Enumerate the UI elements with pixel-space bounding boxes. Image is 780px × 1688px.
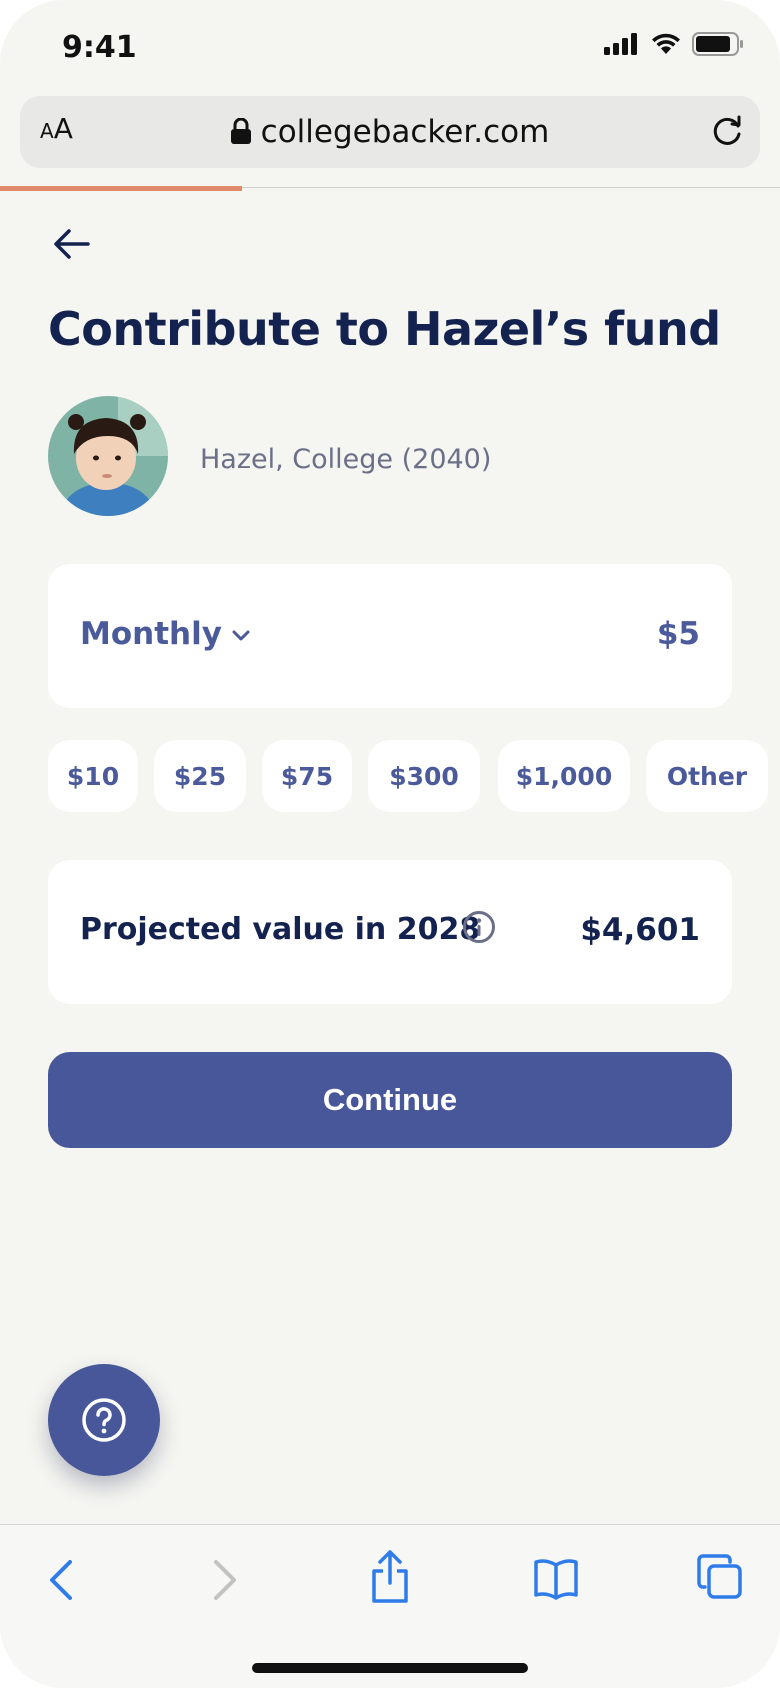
back-arrow-icon[interactable] xyxy=(52,224,92,264)
avatar xyxy=(48,396,168,516)
battery-icon xyxy=(692,32,743,56)
browser-forward-icon[interactable] xyxy=(206,1555,242,1605)
child-fund-label: Hazel, College (2040) xyxy=(200,444,492,475)
projection-label: Projected value in 2028 xyxy=(80,912,481,947)
lock-icon xyxy=(230,118,251,144)
status-icons xyxy=(604,32,744,56)
signal-icon xyxy=(604,33,637,55)
preset-chip-25[interactable]: $25 xyxy=(154,740,246,812)
amount-card: Monthly $5 xyxy=(48,564,732,708)
help-button[interactable] xyxy=(48,1364,160,1476)
url-bar[interactable]: AA collegebacker.com xyxy=(20,96,760,168)
frequency-dropdown[interactable]: Monthly xyxy=(80,616,250,652)
projection-card: Projected value in 2028 $4,601 xyxy=(48,860,732,1004)
phone-screen: 9:41 AA collegebacker.com Contribute to … xyxy=(0,0,780,1688)
url-text: collegebacker.com xyxy=(260,114,550,150)
bookmarks-icon[interactable] xyxy=(532,1557,580,1601)
info-icon[interactable] xyxy=(462,910,496,944)
preset-chip-75[interactable]: $75 xyxy=(262,740,352,812)
continue-button[interactable]: Continue xyxy=(48,1052,732,1148)
url-display[interactable]: collegebacker.com xyxy=(20,114,760,150)
wifi-icon xyxy=(652,33,680,54)
chevron-down-icon xyxy=(232,630,250,641)
reload-icon[interactable] xyxy=(708,112,746,150)
page-title: Contribute to Hazel’s fund xyxy=(48,302,721,356)
browser-back-icon[interactable] xyxy=(44,1555,80,1605)
projection-value: $4,601 xyxy=(580,912,700,948)
amount-value[interactable]: $5 xyxy=(657,616,700,652)
help-icon xyxy=(82,1398,126,1442)
browser-toolbar xyxy=(0,1524,780,1688)
status-time: 9:41 xyxy=(62,30,137,65)
preset-chip-10[interactable]: $10 xyxy=(48,740,138,812)
preset-chip-1000[interactable]: $1,000 xyxy=(498,740,630,812)
preset-chip-other[interactable]: Other xyxy=(646,740,768,812)
preset-chip-300[interactable]: $300 xyxy=(368,740,480,812)
share-icon[interactable] xyxy=(368,1549,412,1605)
progress-bar xyxy=(0,186,242,191)
tabs-icon[interactable] xyxy=(696,1553,744,1601)
home-indicator xyxy=(252,1663,528,1673)
